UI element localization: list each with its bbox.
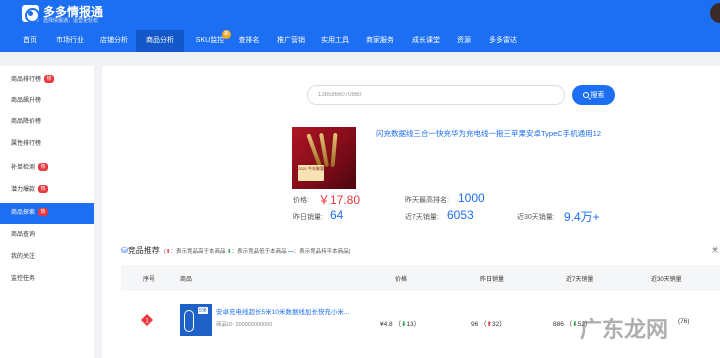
row-product-id: 商品ID: 200000000000 (216, 322, 273, 328)
sidebar-item-label: 潜力爆款 (11, 187, 36, 193)
sidebar-item-label: 商品探索 (11, 210, 36, 216)
col-sales30[interactable]: 近30天销量 (651, 274, 682, 283)
recommend-icon: ⛁ (121, 246, 128, 255)
product-title[interactable]: 闪充数据线三合一快充华为充电线一拖三苹果安卓TypeC手机通用12 (376, 128, 601, 139)
sidebar-item-product-ranking[interactable]: 商品排行榜热 (0, 70, 94, 91)
sales7-label: 近7天销量: (405, 214, 439, 221)
sidebar-item-product-query[interactable]: 商品查询 (0, 225, 94, 246)
price-label: 价格: (293, 197, 309, 204)
legend-up-text: ：表示竞品高于本商品 (170, 249, 226, 255)
legend-equal-text: ：表示竞品持平本商品) (293, 249, 351, 255)
recommend-legend: (⬆：表示竞品高于本商品 ⬇：表示竞品低于本商品 —：表示竞品持平本商品) (164, 247, 351, 255)
sidebar-item-label: 商品飙升榜 (11, 98, 42, 104)
sales30-value: 9.4万+ (564, 210, 600, 224)
yesterday-sales-value: 64 (330, 208, 344, 222)
sidebar-item-label: 商品降价榜 (11, 119, 42, 125)
nav-shop-analysis[interactable]: 店铺分析 (94, 30, 134, 52)
nav-tools[interactable]: 实用工具 (316, 30, 354, 52)
row-image-label: 5米 (198, 307, 208, 314)
nav-home[interactable]: 首页 (14, 30, 46, 52)
sidebar-item-label: 补单检测 (11, 165, 36, 171)
sidebar-item-attribute-ranking[interactable]: 属性排行榜 (0, 134, 94, 155)
sales7-value: 6053 (447, 208, 474, 222)
rank-label: 昨天最高排名: (405, 197, 449, 204)
product-image-tag: 2021 牛年聚惠 (298, 165, 324, 181)
search-icon (582, 92, 589, 98)
nav-merchant-service[interactable]: 商家服务 (360, 30, 400, 52)
search-input[interactable] (307, 85, 565, 105)
yesterday-sales-label: 昨日销量: (293, 214, 323, 221)
sidebar-item-label: 我的关注 (11, 254, 36, 260)
nav-product-analysis[interactable]: 商品分析 (136, 30, 184, 52)
hot-badge: 热 (38, 185, 49, 194)
sidebar-item-label: 商品排行榜 (11, 77, 42, 83)
sidebar-item-monitor-tasks[interactable]: 监控任务 (0, 269, 94, 290)
sidebar-item-label: 监控任务 (11, 276, 36, 282)
col-yesterday-sales[interactable]: 昨日销量 (480, 274, 504, 283)
rank-value: 1000 (458, 191, 485, 205)
follow-link[interactable]: 关 (712, 245, 718, 254)
product-image[interactable]: 2021 牛年聚惠 (292, 127, 356, 189)
legend-down-text: ：表示竞品低于本商品 (231, 249, 287, 255)
sales30-label: 近30天销量: (517, 214, 555, 221)
logo-icon[interactable] (22, 5, 40, 23)
nav-sku-new-badge: 新 (222, 30, 231, 39)
nav-market[interactable]: 市场行业 (48, 30, 92, 52)
sidebar-item-potential-hits[interactable]: 潜力爆款热 (0, 180, 94, 201)
hot-badge: 热 (44, 75, 55, 84)
search-button[interactable]: 搜索 (572, 85, 615, 105)
nav-rank-check[interactable]: 查排名 (234, 30, 264, 52)
row-price: ¥4.8 （⬇13） (380, 321, 421, 328)
hot-badge: 热 (38, 163, 49, 172)
sidebar-item-rising[interactable]: 商品飙升榜 (0, 91, 94, 112)
watermark: 广东龙网 (580, 318, 669, 343)
col-price[interactable]: 价格 (395, 274, 407, 283)
user-avatar[interactable] (710, 3, 720, 23)
sidebar-item-label: 属性排行榜 (11, 141, 42, 147)
row-yesterday-delta: 32 (492, 321, 500, 328)
nav-promotion[interactable]: 推广营销 (272, 30, 310, 52)
cable-graphic (184, 310, 194, 332)
nav-sku-label: SKU监控 (195, 37, 225, 44)
row-price-value: ¥4.8 (380, 321, 393, 328)
hot-badge: 热 (38, 208, 49, 217)
sidebar-item-fake-order-check[interactable]: 补单检测热 (0, 158, 94, 179)
row-sales7-value: 886 (553, 321, 564, 328)
top-header: 多多情报通 选择情报通，运营更轻松 首页 市场行业 店铺分析 商品分析 SKU监… (0, 0, 720, 52)
row-yesterday: 96 （⬆32） (471, 321, 506, 328)
nav-classroom[interactable]: 成长课堂 (406, 30, 446, 52)
row-sales30: (76) (678, 318, 690, 325)
recommend-title-text: 竞品推荐 (127, 246, 160, 255)
recommend-title: ⛁竞品推荐 (121, 245, 160, 256)
sidebar-item-price-drop[interactable]: 商品降价榜 (0, 112, 94, 133)
brand-tagline: 选择情报通，运营更轻松 (43, 18, 99, 24)
col-sales7[interactable]: 近7天销量 (566, 274, 593, 283)
row-price-delta: 13 (406, 321, 414, 328)
sidebar-item-product-explore[interactable]: 商品探索热 (0, 203, 94, 224)
price-value: ￥17.80 (318, 193, 361, 207)
col-product: 商品 (180, 277, 193, 283)
row-yesterday-value: 96 (471, 321, 479, 328)
col-rank: 序号 (143, 277, 156, 283)
nav-radar[interactable]: 多多雷达 (484, 30, 522, 52)
cable-graphic (330, 132, 338, 168)
row-product-title[interactable]: 安卓充电线超长5米10米数据线加长快充小米... (216, 306, 349, 316)
rank-medal-icon: 1 (141, 314, 153, 326)
sidebar-item-my-follows[interactable]: 我的关注 (0, 247, 94, 268)
search-button-label: 搜索 (590, 92, 605, 99)
table-header (121, 265, 720, 291)
nav-resources[interactable]: 资源 (452, 30, 476, 52)
main-nav: 首页 市场行业 店铺分析 商品分析 SKU监控 新 查排名 推广营销 实用工具 … (0, 30, 720, 52)
row-product-image[interactable]: 5米 (180, 304, 212, 336)
sidebar: 商品排行榜热 商品飙升榜 商品降价榜 属性排行榜 补单检测热 潜力爆款热 商品探… (0, 66, 94, 358)
sidebar-item-label: 商品查询 (11, 232, 36, 238)
